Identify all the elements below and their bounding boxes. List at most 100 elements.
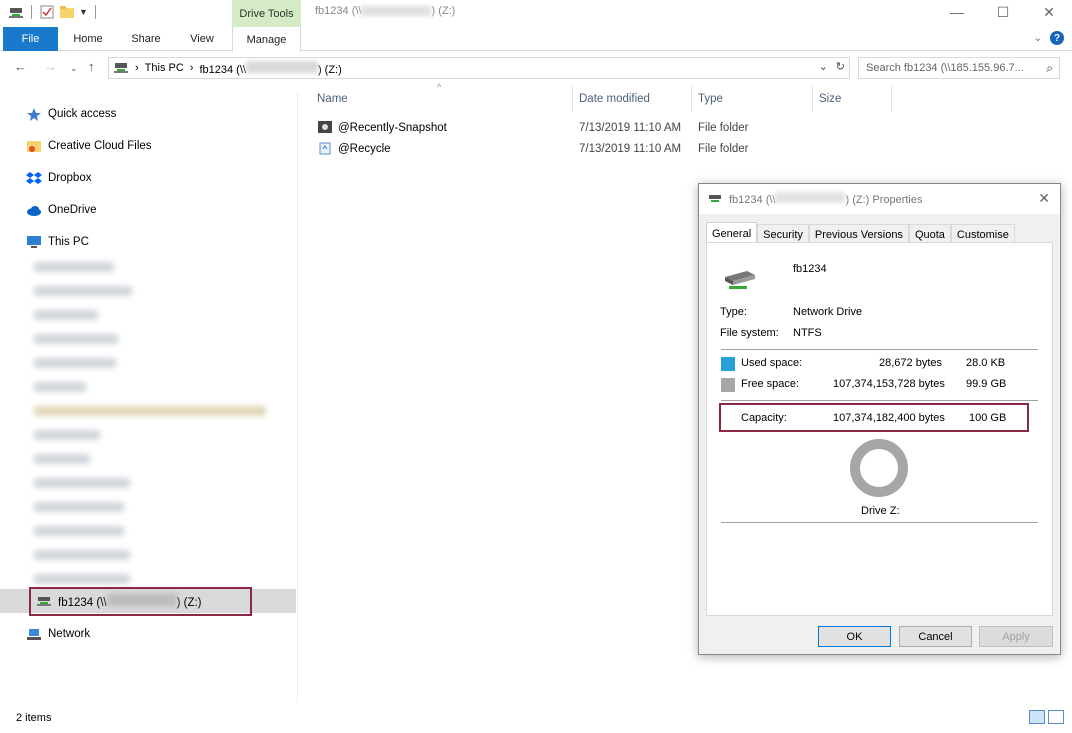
redacted-address (245, 60, 318, 73)
nav-label: Network (48, 628, 91, 640)
network-drive-icon (723, 265, 757, 291)
nav-label: OneDrive (48, 204, 97, 216)
column-header-size[interactable]: Size (819, 86, 841, 112)
properties-checkbox-icon[interactable] (39, 4, 55, 20)
navigation-bar: ← → ⌄ ↑ › This PC › fb1234 (\\) (Z:) ⌄ ↻… (0, 54, 1072, 82)
highlight-box-drive (29, 587, 252, 616)
status-item-count: 2 items (16, 712, 52, 724)
tab-previous-versions[interactable]: Previous Versions (808, 224, 909, 244)
recent-locations-chevron-icon[interactable]: ⌄ (70, 63, 78, 74)
minimize-button[interactable]: — (934, 0, 980, 24)
list-item[interactable]: @Recently-Snapshot 7/13/2019 11:10 AM Fi… (317, 118, 757, 138)
column-header-date-modified[interactable]: Date modified (579, 86, 650, 112)
tab-quota[interactable]: Quota (908, 224, 951, 244)
navigation-pane: Quick access Creative Cloud Files Dropbo… (0, 92, 298, 702)
column-header-name[interactable]: Name (317, 86, 348, 112)
redacted-nav-item (34, 358, 116, 368)
free-space-label: Free space: (741, 378, 800, 390)
sort-up-icon: ^ (437, 82, 442, 92)
nav-item-onedrive[interactable]: OneDrive (26, 199, 97, 221)
tab-security[interactable]: Security (757, 224, 809, 244)
column-divider (691, 86, 692, 112)
dialog-tabs: General Security Previous Versions Quota… (706, 222, 1015, 244)
tab-home[interactable]: Home (66, 27, 110, 51)
column-header-type[interactable]: Type (698, 86, 723, 112)
forward-arrow-icon[interactable]: → (44, 59, 57, 74)
close-dialog-icon[interactable]: ✕ (1038, 190, 1050, 207)
toolbar-divider (94, 5, 96, 19)
computer-icon (26, 235, 42, 249)
column-divider (812, 86, 813, 112)
breadcrumb-this-pc[interactable]: This PC (145, 62, 184, 74)
address-dropdown-icon[interactable]: ⌄ (819, 60, 828, 73)
used-space-label: Used space: (741, 357, 803, 369)
new-folder-icon[interactable] (59, 4, 75, 20)
address-bar[interactable]: › This PC › fb1234 (\\) (Z:) ⌄ ↻ (108, 57, 850, 79)
properties-dialog: fb1234 (\\) (Z:) Properties ✕ General Se… (698, 183, 1061, 655)
back-arrow-icon[interactable]: ← (14, 59, 27, 74)
nav-item-creative-cloud[interactable]: Creative Cloud Files (26, 135, 152, 157)
file-name: @Recycle (338, 143, 391, 155)
details-view-icon[interactable] (1029, 710, 1045, 724)
snapshot-folder-icon (317, 120, 333, 136)
maximize-button[interactable]: ☐ (980, 0, 1026, 24)
used-space-bytes: 28,672 bytes (879, 357, 942, 369)
free-space-bytes: 107,374,153,728 bytes (833, 378, 945, 390)
file-system-value: NTFS (793, 327, 822, 339)
divider (721, 349, 1038, 350)
address-actions: ⌄ ↻ (819, 60, 845, 73)
star-icon (26, 107, 42, 121)
tab-file[interactable]: File (3, 27, 58, 51)
file-date: 7/13/2019 11:10 AM (579, 122, 682, 134)
redacted-nav-item (34, 550, 130, 560)
network-icon (26, 627, 42, 641)
network-drive-icon (113, 60, 129, 76)
redacted-nav-item (34, 574, 130, 584)
apply-button[interactable]: Apply (979, 626, 1053, 647)
tab-general[interactable]: General (706, 222, 758, 244)
expand-ribbon-icon[interactable]: ⌄ (1034, 33, 1042, 44)
tab-customise[interactable]: Customise (950, 224, 1015, 244)
close-window-button[interactable]: ✕ (1026, 0, 1072, 24)
tab-view[interactable]: View (180, 27, 224, 51)
file-name: @Recently-Snapshot (338, 122, 447, 134)
cancel-button[interactable]: Cancel (899, 626, 972, 647)
file-type: File folder (698, 122, 749, 134)
search-box[interactable]: Search fb1234 (\\185.155.96.7... ⌕ (858, 57, 1060, 79)
drive-letter-label: Drive Z: (861, 505, 900, 517)
redacted-nav-item (34, 478, 130, 488)
nav-label: Quick access (48, 108, 117, 120)
breadcrumb-drive[interactable]: fb1234 (\\) (Z:) (199, 60, 342, 76)
search-icon[interactable]: ⌕ (1046, 61, 1053, 76)
tab-share[interactable]: Share (124, 27, 168, 51)
redacted-nav-item (34, 502, 124, 512)
file-date: 7/13/2019 11:10 AM (579, 143, 682, 155)
nav-item-network[interactable]: Network (26, 623, 90, 645)
onedrive-cloud-icon (26, 203, 42, 217)
column-divider (572, 86, 573, 112)
customize-toolbar-icon[interactable]: ▼ (79, 7, 88, 17)
list-item[interactable]: @Recycle 7/13/2019 11:10 AM File folder (317, 139, 757, 159)
nav-item-quick-access[interactable]: Quick access (26, 103, 116, 125)
ok-button[interactable]: OK (818, 626, 891, 647)
refresh-icon[interactable]: ↻ (836, 60, 845, 73)
recycle-bin-icon (317, 141, 333, 157)
redacted-nav-item (34, 454, 90, 464)
dialog-title: fb1234 (\\) (Z:) Properties (729, 192, 923, 206)
help-icon[interactable]: ? (1050, 31, 1064, 45)
highlight-box-capacity (719, 403, 1029, 432)
up-arrow-icon[interactable]: ↑ (88, 59, 95, 74)
disk-usage-donut (850, 439, 908, 497)
redacted-nav-item (34, 334, 118, 344)
drive-icon[interactable] (8, 4, 24, 20)
type-value: Network Drive (793, 306, 863, 318)
large-icons-view-icon[interactable] (1048, 710, 1064, 724)
ribbon-tabs: File Home Share View Manage ⌄ ? (0, 27, 1072, 52)
used-space-swatch (721, 357, 735, 371)
title-bar: ▼ Drive Tools fb1234 (\\) (Z:) — ☐ ✕ (0, 0, 1072, 27)
nav-item-this-pc[interactable]: This PC (26, 231, 89, 253)
divider (721, 400, 1038, 401)
tab-manage[interactable]: Manage (232, 27, 301, 52)
nav-item-dropbox[interactable]: Dropbox (26, 167, 91, 189)
redacted-nav-item (34, 406, 266, 416)
